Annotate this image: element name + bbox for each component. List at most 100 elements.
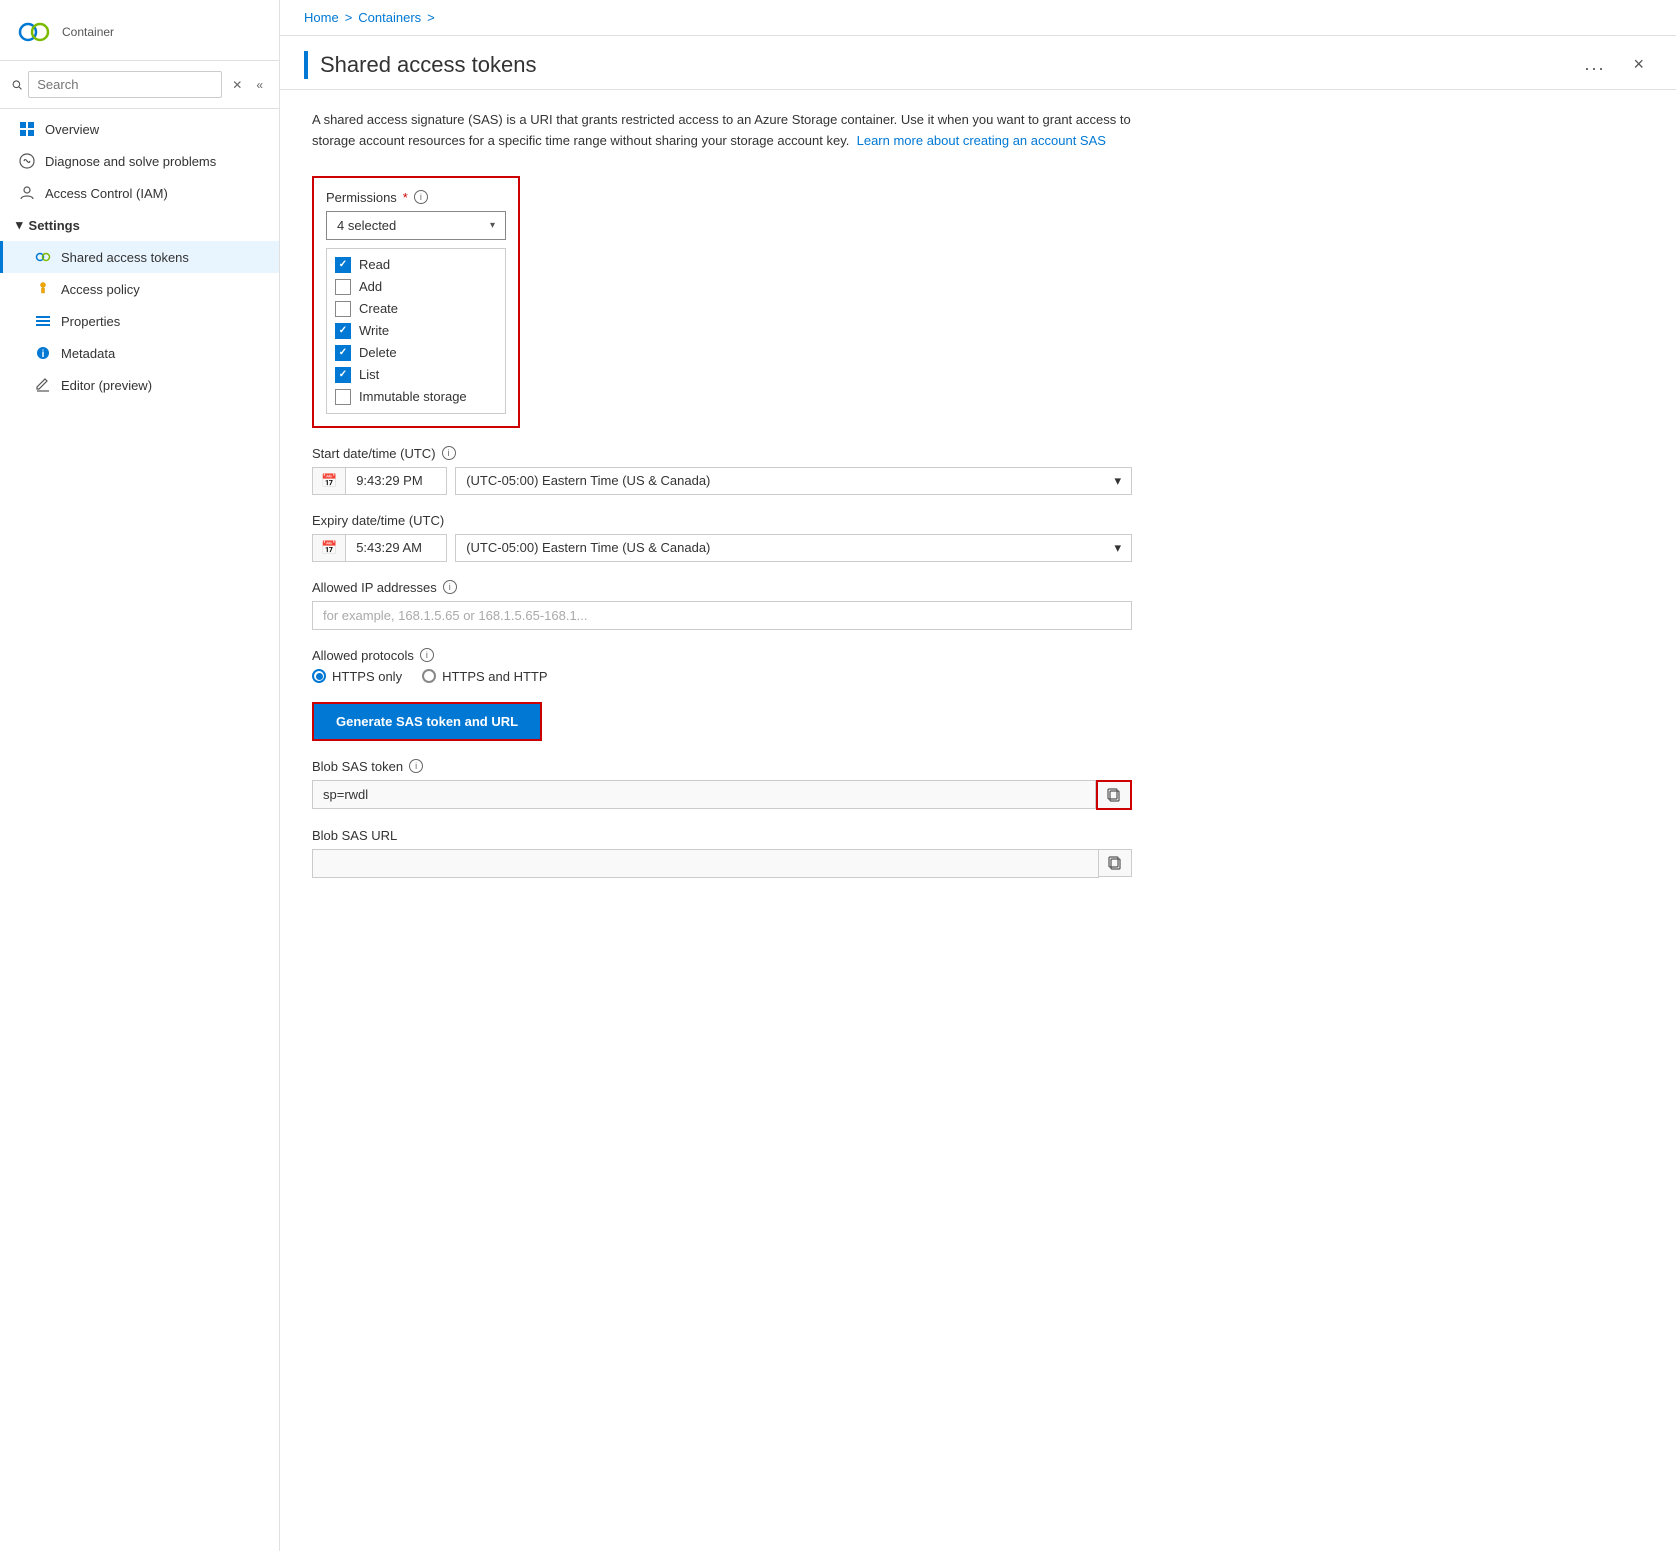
blob-sas-token-input[interactable] — [312, 780, 1096, 809]
sidebar-item-editor-label: Editor (preview) — [61, 378, 152, 393]
permission-delete-checkbox[interactable] — [335, 345, 351, 361]
search-icon — [12, 78, 22, 92]
start-timezone-chevron: ▾ — [1114, 473, 1121, 489]
blob-sas-token-info-icon[interactable]: i — [409, 759, 423, 773]
allowed-protocols-info-icon[interactable]: i — [420, 648, 434, 662]
sidebar-item-iam[interactable]: Access Control (IAM) — [0, 177, 279, 209]
blob-sas-url-field-group: Blob SAS URL — [312, 828, 1132, 878]
permission-read[interactable]: Read — [335, 257, 497, 273]
search-input[interactable] — [28, 71, 222, 98]
blob-sas-url-label: Blob SAS URL — [312, 828, 1132, 843]
https-http-radio[interactable] — [422, 669, 436, 683]
blob-sas-token-label: Blob SAS token i — [312, 759, 1132, 774]
diagnose-icon — [19, 153, 35, 169]
sidebar-item-metadata[interactable]: i Metadata — [0, 337, 279, 369]
sidebar-item-shared-access-tokens[interactable]: Shared access tokens — [0, 241, 279, 273]
sidebar-item-properties-label: Properties — [61, 314, 120, 329]
content-area: A shared access signature (SAS) is a URI… — [280, 90, 1676, 1551]
permission-list-label: List — [359, 367, 379, 382]
learn-more-link[interactable]: Learn more about creating an account SAS — [857, 133, 1106, 148]
settings-section-header[interactable]: ▾ Settings — [0, 209, 279, 241]
permission-write-checkbox[interactable] — [335, 323, 351, 339]
generate-sas-button[interactable]: Generate SAS token and URL — [312, 702, 542, 741]
sidebar-item-overview[interactable]: Overview — [0, 113, 279, 145]
permissions-label: Permissions * i — [326, 190, 506, 205]
permission-read-checkbox[interactable] — [335, 257, 351, 273]
permission-write-label: Write — [359, 323, 389, 338]
allowed-ip-input[interactable] — [312, 601, 1132, 630]
shared-access-icon — [35, 249, 51, 265]
permission-list[interactable]: List — [335, 367, 497, 383]
permission-add[interactable]: Add — [335, 279, 497, 295]
expiry-date-calendar-button[interactable]: 📅 — [313, 535, 346, 561]
expiry-datetime-row: 📅 5:43:29 AM (UTC-05:00) Eastern Time (U… — [312, 534, 1132, 562]
permission-add-checkbox[interactable] — [335, 279, 351, 295]
container-icon — [16, 14, 52, 50]
title-accent-bar — [304, 51, 308, 79]
protocol-https-only[interactable]: HTTPS only — [312, 669, 402, 684]
start-date-label: Start date/time (UTC) i — [312, 446, 1132, 461]
permission-immutable[interactable]: Immutable storage — [335, 389, 497, 405]
breadcrumb-home[interactable]: Home — [304, 10, 339, 25]
protocol-https-http[interactable]: HTTPS and HTTP — [422, 669, 547, 684]
expiry-timezone-chevron: ▾ — [1114, 540, 1121, 556]
collapse-search-button[interactable]: « — [252, 76, 267, 94]
container-header: Container — [0, 0, 279, 61]
sidebar-item-access-policy-label: Access policy — [61, 282, 140, 297]
expiry-date-field-group: Expiry date/time (UTC) 📅 5:43:29 AM (UTC… — [312, 513, 1132, 562]
allowed-ip-info-icon[interactable]: i — [443, 580, 457, 594]
expiry-date-calendar-group: 📅 5:43:29 AM — [312, 534, 447, 562]
sidebar-item-diagnose[interactable]: Diagnose and solve problems — [0, 145, 279, 177]
close-panel-button[interactable]: × — [1625, 50, 1652, 79]
https-only-radio[interactable] — [312, 669, 326, 683]
permission-create-checkbox[interactable] — [335, 301, 351, 317]
https-http-label: HTTPS and HTTP — [442, 669, 547, 684]
start-date-calendar-group: 📅 9:43:29 PM — [312, 467, 447, 495]
permissions-box: Permissions * i 4 selected ▾ Read — [312, 176, 520, 428]
start-timezone-select[interactable]: (UTC-05:00) Eastern Time (US & Canada) ▾ — [455, 467, 1132, 495]
permission-delete[interactable]: Delete — [335, 345, 497, 361]
sidebar-item-shared-access-tokens-label: Shared access tokens — [61, 250, 189, 265]
permissions-info-icon[interactable]: i — [414, 190, 428, 204]
sidebar-item-properties[interactable]: Properties — [0, 305, 279, 337]
copy-url-icon — [1107, 855, 1123, 871]
sidebar-item-iam-label: Access Control (IAM) — [45, 186, 168, 201]
permission-immutable-checkbox[interactable] — [335, 389, 351, 405]
expiry-timezone-select[interactable]: (UTC-05:00) Eastern Time (US & Canada) ▾ — [455, 534, 1132, 562]
permissions-field-group: Permissions * i 4 selected ▾ Read — [312, 176, 1132, 428]
overview-icon — [19, 121, 35, 137]
start-datetime-row: 📅 9:43:29 PM (UTC-05:00) Eastern Time (U… — [312, 467, 1132, 495]
sidebar-item-metadata-label: Metadata — [61, 346, 115, 361]
required-indicator: * — [403, 190, 408, 205]
breadcrumb-sep2: > — [427, 10, 435, 25]
allowed-protocols-field-group: Allowed protocols i HTTPS only HTTPS and… — [312, 648, 1132, 684]
metadata-icon: i — [35, 345, 51, 361]
permission-create[interactable]: Create — [335, 301, 497, 317]
permissions-select[interactable]: 4 selected ▾ — [326, 211, 506, 240]
blob-sas-url-input[interactable] — [312, 849, 1099, 878]
more-options-button[interactable]: ... — [1576, 50, 1613, 79]
form-section: Permissions * i 4 selected ▾ Read — [312, 176, 1132, 878]
start-date-calendar-button[interactable]: 📅 — [313, 468, 346, 494]
sidebar-item-diagnose-label: Diagnose and solve problems — [45, 154, 216, 169]
breadcrumb-containers[interactable]: Containers — [358, 10, 421, 25]
permission-read-label: Read — [359, 257, 390, 272]
sidebar-item-editor[interactable]: Editor (preview) — [0, 369, 279, 401]
properties-icon — [35, 313, 51, 329]
permission-write[interactable]: Write — [335, 323, 497, 339]
sidebar-search-row: ✕ « — [0, 61, 279, 109]
permission-delete-label: Delete — [359, 345, 397, 360]
settings-chevron-icon: ▾ — [16, 217, 23, 233]
sidebar-nav: Overview Diagnose and solve problems Acc… — [0, 109, 279, 1551]
permission-list-checkbox[interactable] — [335, 367, 351, 383]
blob-sas-token-copy-button[interactable] — [1096, 780, 1132, 810]
sidebar-item-overview-label: Overview — [45, 122, 99, 137]
sidebar-item-access-policy[interactable]: Access policy — [0, 273, 279, 305]
start-date-info-icon[interactable]: i — [442, 446, 456, 460]
main-content: Home > Containers > Shared access tokens… — [280, 0, 1676, 1551]
blob-sas-url-copy-button[interactable] — [1099, 849, 1132, 877]
generate-button-group: Generate SAS token and URL — [312, 702, 1132, 741]
blob-sas-url-row — [312, 849, 1132, 878]
blob-sas-token-row — [312, 780, 1132, 810]
clear-search-button[interactable]: ✕ — [228, 76, 246, 94]
